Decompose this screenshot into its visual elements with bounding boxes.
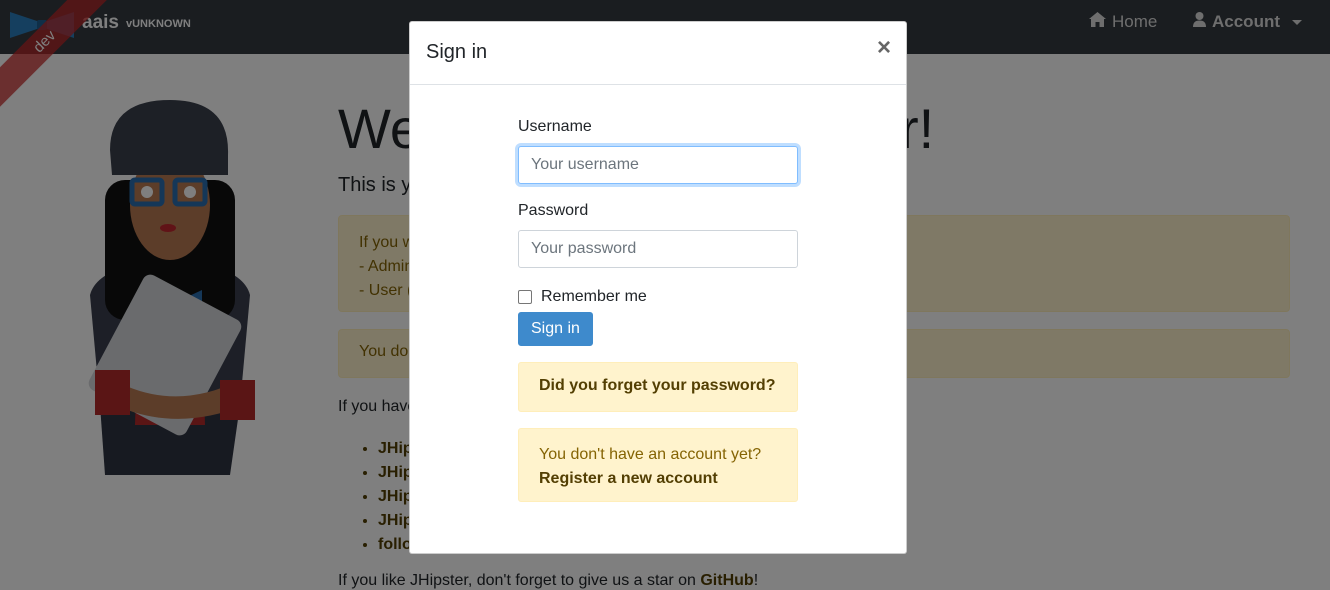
remember-me-label[interactable]: Remember me bbox=[541, 288, 647, 306]
remember-me-row[interactable]: Remember me bbox=[518, 288, 798, 306]
password-input[interactable] bbox=[518, 230, 798, 268]
modal-title: Sign in bbox=[426, 41, 488, 63]
sign-in-modal: Sign in × Username Password Remember me … bbox=[409, 21, 907, 554]
password-label: Password bbox=[518, 202, 589, 219]
username-label: Username bbox=[518, 118, 592, 135]
register-link[interactable]: Register a new account bbox=[539, 470, 718, 487]
sign-in-button[interactable]: Sign in bbox=[518, 312, 593, 346]
username-input[interactable] bbox=[518, 146, 798, 184]
sign-in-form: Username Password Remember me Sign in Di… bbox=[518, 118, 798, 502]
forgot-password-link[interactable]: Did you forget your password? bbox=[518, 362, 798, 412]
no-account-text: You don't have an account yet? bbox=[539, 446, 762, 463]
modal-header: Sign in × bbox=[410, 22, 906, 85]
close-button[interactable]: × bbox=[877, 36, 891, 60]
register-alert: You don't have an account yet? Register … bbox=[518, 428, 798, 502]
remember-me-checkbox[interactable] bbox=[518, 290, 532, 304]
